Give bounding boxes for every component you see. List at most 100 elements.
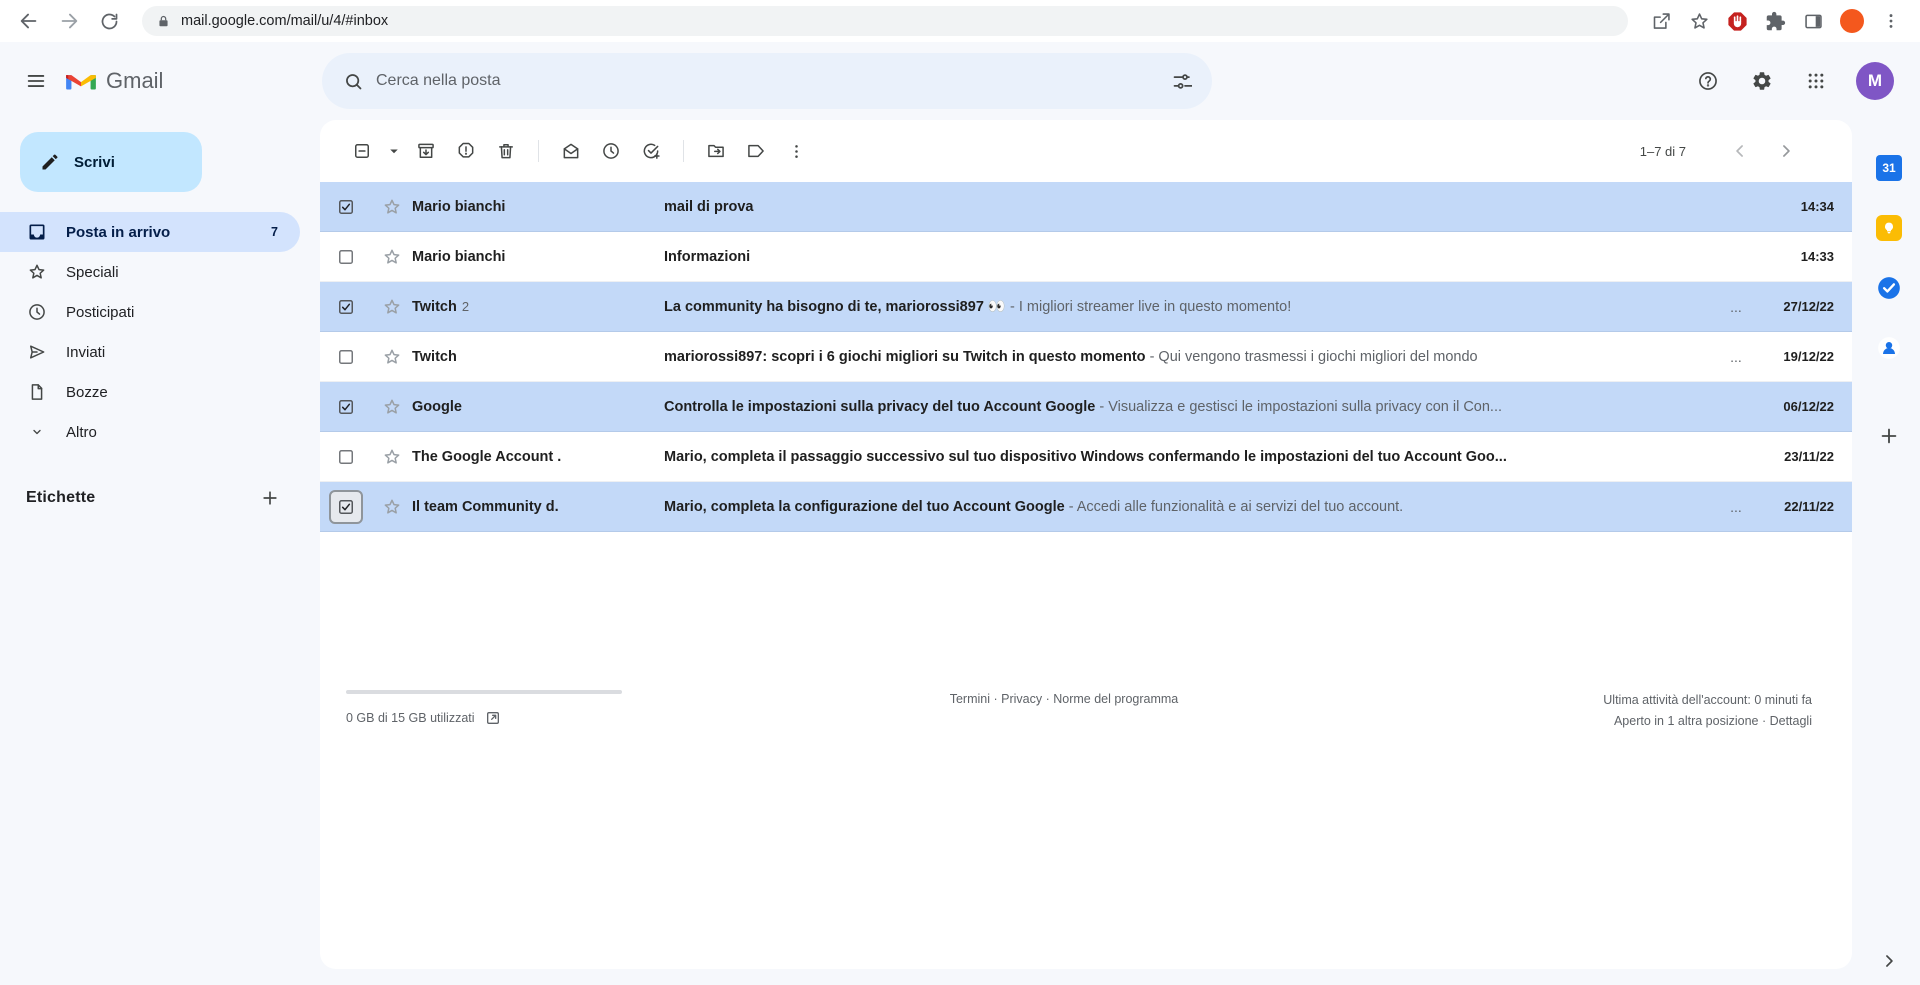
row-checkbox[interactable]: [329, 240, 363, 274]
sidebar-item-altro[interactable]: Altro: [0, 412, 300, 452]
clock-icon: [26, 302, 48, 322]
report-spam-icon[interactable]: [446, 131, 486, 171]
keep-icon[interactable]: [1875, 214, 1903, 242]
contacts-icon[interactable]: [1875, 334, 1903, 362]
settings-gear-icon[interactable]: [1738, 57, 1786, 105]
row-checkbox[interactable]: [329, 340, 363, 374]
older-page-chevron-icon[interactable]: [1768, 133, 1804, 169]
delete-icon[interactable]: [486, 131, 526, 171]
search-icon[interactable]: [330, 58, 376, 104]
row-trailing-ellipsis: ...: [1718, 499, 1754, 515]
row-date: 22/11/22: [1754, 499, 1834, 514]
mark-as-read-icon[interactable]: [551, 131, 591, 171]
external-link-icon[interactable]: [485, 710, 501, 726]
email-row[interactable]: Mario bianchimail di prova14:34: [320, 182, 1852, 232]
snooze-icon[interactable]: [591, 131, 631, 171]
reload-icon[interactable]: [92, 4, 126, 38]
row-trailing-ellipsis: ...: [1718, 349, 1754, 365]
row-sender: Il team Community d.: [412, 499, 664, 515]
url-text[interactable]: mail.google.com/mail/u/4/#inbox: [181, 13, 388, 29]
row-snippet: - Visualizza e gestisci le impostazioni …: [1095, 399, 1502, 415]
row-date: 14:33: [1754, 249, 1834, 264]
bookmark-star-icon[interactable]: [1682, 4, 1716, 38]
row-trailing-ellipsis: ...: [1718, 299, 1754, 315]
add-to-tasks-icon[interactable]: [631, 131, 671, 171]
create-label-plus-icon[interactable]: [252, 480, 288, 516]
select-dropdown-icon[interactable]: [382, 131, 406, 171]
lock-icon[interactable]: [156, 14, 171, 29]
back-icon[interactable]: [12, 4, 46, 38]
row-sender: Mario bianchi: [412, 249, 664, 265]
email-row[interactable]: Twitch2La community ha bisogno di te, ma…: [320, 282, 1852, 332]
sidebar-item-posticipati[interactable]: Posticipati: [0, 292, 300, 332]
sidebar-item-posta-in-arrivo[interactable]: Posta in arrivo7: [0, 212, 300, 252]
labels-section-header: Etichette: [0, 480, 318, 516]
google-apps-icon[interactable]: [1792, 57, 1840, 105]
row-star-icon[interactable]: [372, 497, 412, 517]
get-addons-plus-icon[interactable]: [1875, 422, 1903, 450]
row-sender: Twitch2: [412, 299, 664, 315]
chrome-menu-icon[interactable]: [1874, 4, 1908, 38]
search-bar: [322, 53, 1212, 109]
pencil-icon: [40, 152, 60, 172]
row-subject: Mario, completa il passaggio successivo …: [664, 449, 1507, 465]
row-checkbox[interactable]: [329, 390, 363, 424]
select-all-checkbox-icon[interactable]: [342, 131, 382, 171]
search-filters-icon[interactable]: [1158, 58, 1204, 104]
extensions-icon[interactable]: [1758, 4, 1792, 38]
more-options-icon[interactable]: [776, 131, 816, 171]
browser-profile-avatar[interactable]: [1840, 9, 1864, 33]
labels-icon[interactable]: [736, 131, 776, 171]
inbox-icon: [26, 222, 48, 242]
send-icon: [26, 342, 48, 362]
archive-icon[interactable]: [406, 131, 446, 171]
activity-details-link[interactable]: Aperto in 1 altra posizione · Dettagli: [1482, 711, 1812, 732]
sidebar-item-label: Posticipati: [66, 304, 134, 321]
row-checkbox[interactable]: [329, 190, 363, 224]
row-snippet: - Accedi alle funzionalità e ai servizi …: [1065, 499, 1404, 515]
adblock-icon[interactable]: [1720, 4, 1754, 38]
activity-line: Ultima attività dell'account: 0 minuti f…: [1482, 690, 1812, 711]
email-row[interactable]: GoogleControlla le impostazioni sulla pr…: [320, 382, 1852, 432]
show-panel-chevron-icon[interactable]: [1879, 951, 1899, 971]
main-menu-icon[interactable]: [12, 57, 60, 105]
share-icon[interactable]: [1644, 4, 1678, 38]
email-row[interactable]: Mario bianchiInformazioni14:33: [320, 232, 1852, 282]
email-row[interactable]: Twitchmariorossi897: scopri i 6 giochi m…: [320, 332, 1852, 382]
row-star-icon[interactable]: [372, 447, 412, 467]
move-to-icon[interactable]: [696, 131, 736, 171]
side-panel-icon[interactable]: [1796, 4, 1830, 38]
row-subject: Mario, completa la configurazione del tu…: [664, 499, 1065, 515]
compose-button[interactable]: Scrivi: [20, 132, 202, 192]
gmail-logo-text: Gmail: [106, 68, 163, 94]
row-star-icon[interactable]: [372, 397, 412, 417]
row-star-icon[interactable]: [372, 347, 412, 367]
help-icon[interactable]: [1684, 57, 1732, 105]
row-subject-snippet: Controlla le impostazioni sulla privacy …: [664, 399, 1718, 415]
newer-page-chevron-icon[interactable]: [1722, 133, 1758, 169]
row-sender: The Google Account .: [412, 449, 664, 465]
account-avatar[interactable]: M: [1856, 62, 1894, 100]
row-star-icon[interactable]: [372, 297, 412, 317]
forward-icon[interactable]: [52, 4, 86, 38]
row-subject-snippet: Mario, completa la configurazione del tu…: [664, 499, 1718, 515]
row-checkbox[interactable]: [329, 290, 363, 324]
row-star-icon[interactable]: [372, 197, 412, 217]
address-bar[interactable]: mail.google.com/mail/u/4/#inbox: [142, 6, 1628, 36]
row-date: 27/12/22: [1754, 299, 1834, 314]
row-checkbox[interactable]: [329, 440, 363, 474]
gmail-logo[interactable]: Gmail: [64, 68, 176, 94]
tasks-icon[interactable]: [1875, 274, 1903, 302]
sidebar-item-bozze[interactable]: Bozze: [0, 372, 300, 412]
legal-links[interactable]: Termini · Privacy · Norme del programma: [646, 690, 1482, 706]
search-input[interactable]: [376, 72, 1158, 90]
sidebar-item-label: Altro: [66, 424, 97, 441]
calendar-icon[interactable]: 31: [1875, 154, 1903, 182]
sidebar-item-inviati[interactable]: Inviati: [0, 332, 300, 372]
email-row[interactable]: Il team Community d.Mario, completa la c…: [320, 482, 1852, 532]
pagination-label: 1–7 di 7: [1640, 144, 1686, 159]
row-star-icon[interactable]: [372, 247, 412, 267]
sidebar-item-speciali[interactable]: Speciali: [0, 252, 300, 292]
email-row[interactable]: The Google Account .Mario, completa il p…: [320, 432, 1852, 482]
row-checkbox[interactable]: [329, 490, 363, 524]
